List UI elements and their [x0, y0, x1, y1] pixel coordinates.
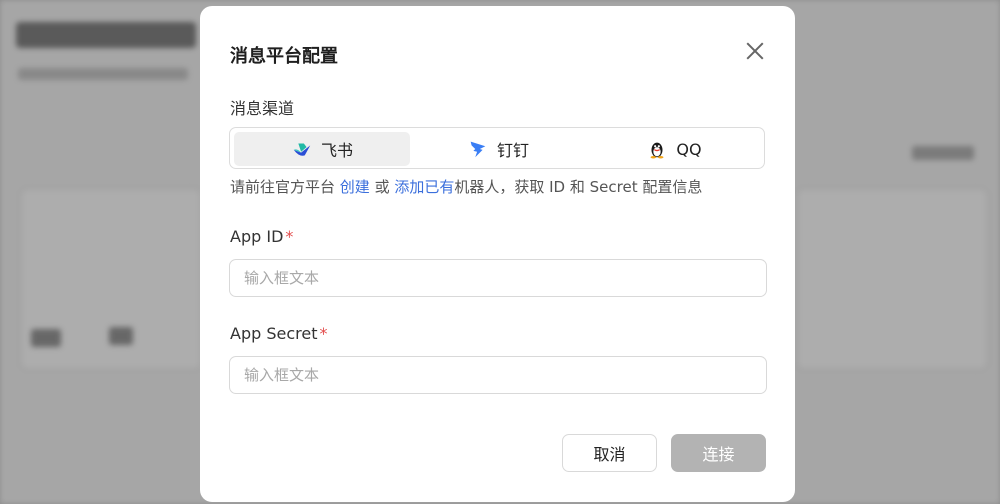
app-id-label-text: App ID: [230, 227, 284, 246]
cancel-button[interactable]: 取消: [562, 434, 657, 472]
dialog-title: 消息平台配置: [230, 46, 338, 67]
app-id-label: App ID *: [230, 227, 293, 246]
tab-qq[interactable]: QQ: [586, 132, 762, 166]
channel-tabs: 飞书 钉钉 QQ: [229, 127, 765, 169]
feishu-icon: [293, 143, 311, 156]
tab-dingtalk-label: 钉钉: [496, 141, 529, 160]
create-link[interactable]: 创建: [340, 178, 370, 196]
add-existing-link[interactable]: 添加已有: [394, 178, 454, 196]
tab-qq-label: QQ: [676, 139, 702, 159]
tab-feishu[interactable]: 飞书: [234, 132, 410, 166]
tab-feishu-label: 飞书: [320, 141, 353, 160]
app-secret-label-text: App Secret: [230, 324, 318, 343]
setup-hint: 请前往官方平台 创建 或 添加已有机器人，获取 ID 和 Secret 配置信息: [230, 176, 702, 197]
required-mark: *: [285, 227, 294, 246]
dingtalk-icon: [470, 141, 486, 158]
app-secret-input[interactable]: [229, 356, 767, 394]
hint-text: 或: [369, 178, 395, 196]
close-icon[interactable]: [742, 38, 768, 64]
connect-button[interactable]: 连接: [671, 434, 766, 472]
hint-text: 请前往官方平台: [230, 178, 340, 196]
hint-text: 机器人，获取 ID 和 Secret 配置信息: [454, 178, 703, 196]
channel-label: 消息渠道: [230, 99, 295, 118]
platform-config-dialog: 消息平台配置 消息渠道 飞书 钉钉 QQ 请前往官方平台 创建 或 添加已有机器…: [200, 6, 795, 502]
tab-dingtalk[interactable]: 钉钉: [410, 132, 586, 166]
app-id-input[interactable]: [229, 259, 767, 297]
qq-penguin-icon: [650, 142, 664, 159]
required-mark: *: [319, 324, 328, 343]
app-secret-label: App Secret *: [230, 324, 327, 343]
